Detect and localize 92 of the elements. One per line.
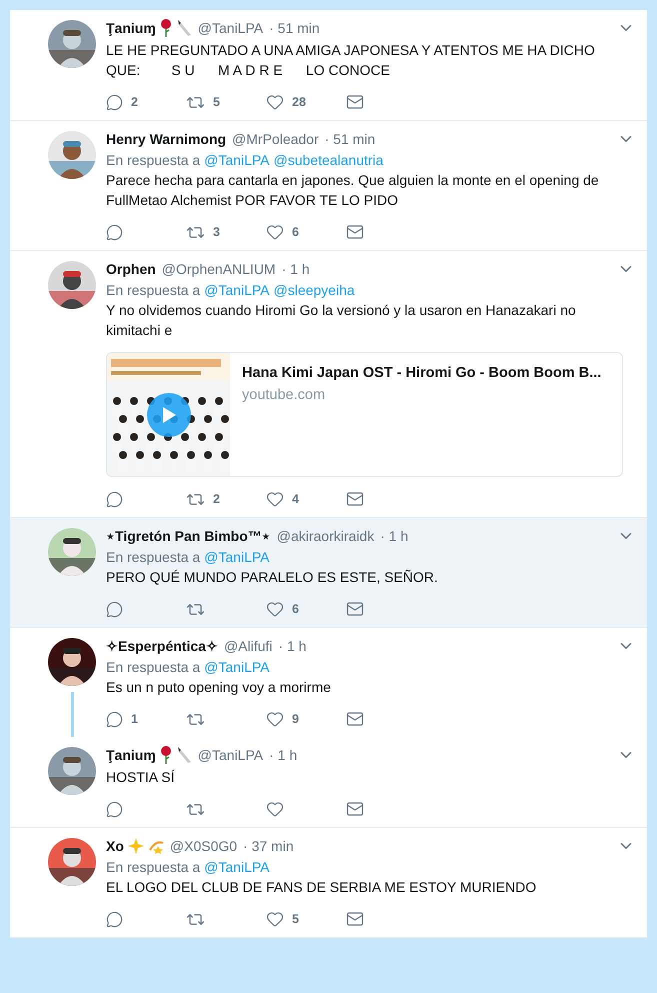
count: 28 [292, 95, 306, 109]
reply-icon [106, 600, 123, 618]
user-name: ⋆Tigretón Pan Bimbo™⋆ [106, 528, 271, 544]
mention-link[interactable]: @TaniLPA [204, 659, 270, 675]
user-name: Orphen [106, 261, 156, 277]
reply-icon [106, 490, 123, 508]
count: 2 [131, 95, 138, 109]
handle: @MrPoleador [232, 131, 319, 147]
like-button[interactable]: 6 [266, 600, 346, 618]
count: 5 [213, 95, 220, 109]
reply-icon [106, 800, 123, 818]
heart-icon [266, 600, 284, 618]
card-title: Hana Kimi Japan OST - Hiromi Go - Boom Boom B... [242, 365, 602, 381]
reply-label: En respuesta a [106, 859, 200, 875]
count: 9 [292, 712, 299, 726]
heart-icon [266, 710, 284, 728]
tweet-text: Parece hecha para cantarla en japones. Que alguien la monte en el opening de FullMetao Alchemist POR FAVOR TE LO PIDO [106, 171, 600, 210]
count: 4 [292, 492, 299, 506]
retweet-button[interactable]: 5 [186, 92, 266, 112]
tweet-text: PERO QUÉ MUNDO PARALELO ES ESTE, SEÑOR. [106, 568, 439, 587]
mention-link[interactable]: @TaniLPA [204, 282, 270, 298]
user-name: ✧Esperpéntica✧ [106, 638, 218, 654]
like-button[interactable]: 9 [266, 710, 346, 728]
card-domain: youtube.com [242, 387, 326, 403]
mention-link[interactable]: @TaniLPA [204, 152, 270, 168]
user-name: Ţaniuɱ [106, 20, 156, 36]
handle: @akiraorkiraidk [276, 528, 374, 544]
timestamp: · 51 min [269, 20, 320, 36]
retweet-button[interactable]: 2 [186, 490, 266, 508]
like-button[interactable]: 4 [266, 490, 346, 508]
timestamp: · 1 h [269, 747, 298, 763]
mention-link[interactable]: @subetealanutria [274, 152, 384, 168]
like-button[interactable]: 5 [266, 910, 346, 928]
tweet-text: Es un n puto opening voy a morirme [106, 678, 332, 697]
heart-icon [266, 800, 284, 818]
mention-link[interactable]: @TaniLPA [204, 549, 270, 565]
timestamp: · 1 h [380, 528, 408, 544]
like-button[interactable]: 28 [266, 93, 346, 111]
knife-icon [176, 746, 192, 764]
mail-icon [346, 223, 364, 241]
reply-label: En respuesta a [106, 549, 200, 565]
mail-icon [346, 910, 364, 928]
reply-button[interactable]: 1 [106, 710, 186, 728]
reply-label: En respuesta a [106, 659, 200, 675]
count: 2 [213, 492, 220, 506]
retweet-button[interactable]: 3 [186, 222, 266, 242]
heart-icon [266, 93, 284, 111]
count: 6 [292, 225, 299, 239]
handle: @Alifufi [224, 638, 272, 654]
count: 5 [292, 912, 299, 926]
handle: @TaniLPA [198, 747, 264, 763]
mail-icon [346, 800, 364, 818]
knife-icon [176, 19, 192, 37]
user-name: Xo [106, 838, 124, 854]
mention-link[interactable]: @TaniLPA [204, 859, 270, 875]
count: 6 [292, 602, 299, 616]
mention-link[interactable]: @sleepyeiha [274, 282, 355, 298]
handle: @X0S0G0 [170, 838, 238, 854]
handle: @OrphenANLIUM [162, 261, 276, 277]
mail-icon [346, 600, 364, 618]
handle: @TaniLPA [198, 20, 264, 36]
reply-button[interactable]: 2 [106, 94, 186, 110]
heart-icon [266, 910, 284, 928]
tweet-text: LE HE PREGUNTADO A UNA AMIGA JAPONESA Y ATENTOS ME HA DICHO QUE: S U M A D R E LO CONOCE [106, 41, 596, 80]
timestamp: · 37 min [243, 838, 294, 854]
tweet-text: EL LOGO DEL CLUB DE FANS DE SERBIA ME ESTOY MURIENDO [106, 878, 538, 897]
link-card[interactable]: Hana Kimi Japan OST - Hiromi Go - Boom Boom B... youtube.com [106, 352, 623, 477]
heart-icon [266, 223, 284, 241]
reply-label: En respuesta a [106, 152, 200, 168]
reply-icon [106, 710, 123, 728]
like-button[interactable]: 6 [266, 223, 346, 241]
play-icon [161, 406, 177, 424]
heart-icon [266, 490, 284, 508]
timestamp: · 1 h [278, 638, 306, 654]
mail-icon [346, 710, 364, 728]
timestamp: · 51 min [324, 131, 376, 147]
reply-icon [106, 94, 123, 110]
reply-icon [106, 224, 123, 240]
rose-icon [160, 19, 172, 37]
mail-icon [346, 490, 364, 508]
tweet-text: HOSTIA SÍ [106, 768, 176, 787]
count: 3 [213, 225, 220, 239]
reply-icon [106, 910, 123, 928]
user-name: Ţaniuɱ [106, 747, 156, 763]
user-name: Henry Warnimong [106, 131, 226, 147]
mail-icon [346, 93, 364, 111]
reply-label: En respuesta a [106, 282, 200, 298]
rose-icon [160, 746, 172, 764]
sparkles-icon [128, 838, 144, 854]
tweet-text: Y no olvidemos cuando Hiromi Go la versionó y la usaron en Hanazakari no kimitachi e [106, 301, 577, 340]
count: 1 [131, 712, 138, 726]
timestamp: · 1 h [282, 261, 310, 277]
